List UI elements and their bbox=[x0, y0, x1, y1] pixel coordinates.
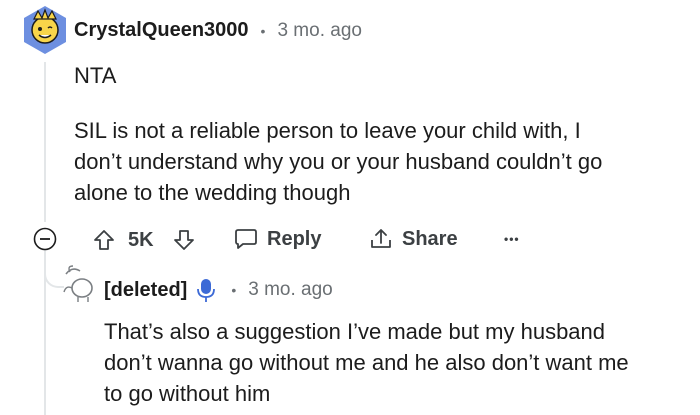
comment-username[interactable]: CrystalQueen3000 bbox=[74, 19, 249, 42]
reply-timestamp: 3 mo. ago bbox=[248, 279, 333, 300]
reply-text-line: to go without him bbox=[104, 381, 271, 406]
share-icon bbox=[368, 226, 394, 252]
collapse-minus-icon[interactable] bbox=[33, 227, 57, 251]
upvote-arrow-icon[interactable] bbox=[92, 228, 116, 252]
downvote-arrow-icon[interactable] bbox=[172, 228, 196, 252]
separator-dot: • bbox=[260, 22, 266, 39]
reply-username[interactable]: [deleted] bbox=[104, 279, 187, 302]
separator-dot: • bbox=[231, 282, 237, 298]
comment-text-line: NTA bbox=[74, 63, 117, 88]
comment-text-line: SIL is not a reliable person to leave yo… bbox=[74, 118, 581, 143]
more-options-button[interactable]: ••• bbox=[504, 232, 520, 246]
share-label: Share bbox=[402, 227, 458, 250]
comment-text-line: don’t understand why you or your husband… bbox=[74, 149, 603, 174]
comment-body: NTA SIL is not a reliable person to leav… bbox=[74, 60, 674, 208]
thread-line bbox=[44, 62, 46, 222]
reply-text-line: That’s also a suggestion I’ve made but m… bbox=[104, 319, 606, 344]
speech-bubble-icon bbox=[233, 226, 259, 252]
user-avatar[interactable] bbox=[22, 5, 68, 55]
share-button[interactable]: Share bbox=[368, 226, 458, 252]
more-label: ••• bbox=[504, 232, 520, 246]
reply-text-line: don’t wanna go without me and he also do… bbox=[104, 350, 629, 375]
microphone-icon bbox=[197, 277, 216, 303]
reply-body: That’s also a suggestion I’ve made but m… bbox=[104, 316, 694, 409]
vote-count: 5K bbox=[128, 229, 154, 251]
deleted-user-avatar[interactable] bbox=[58, 262, 98, 304]
comment-text-line: alone to the wedding though bbox=[74, 180, 351, 205]
comment-timestamp: 3 mo. ago bbox=[277, 19, 362, 41]
reply-label: Reply bbox=[267, 227, 322, 250]
reply-button[interactable]: Reply bbox=[233, 226, 321, 252]
